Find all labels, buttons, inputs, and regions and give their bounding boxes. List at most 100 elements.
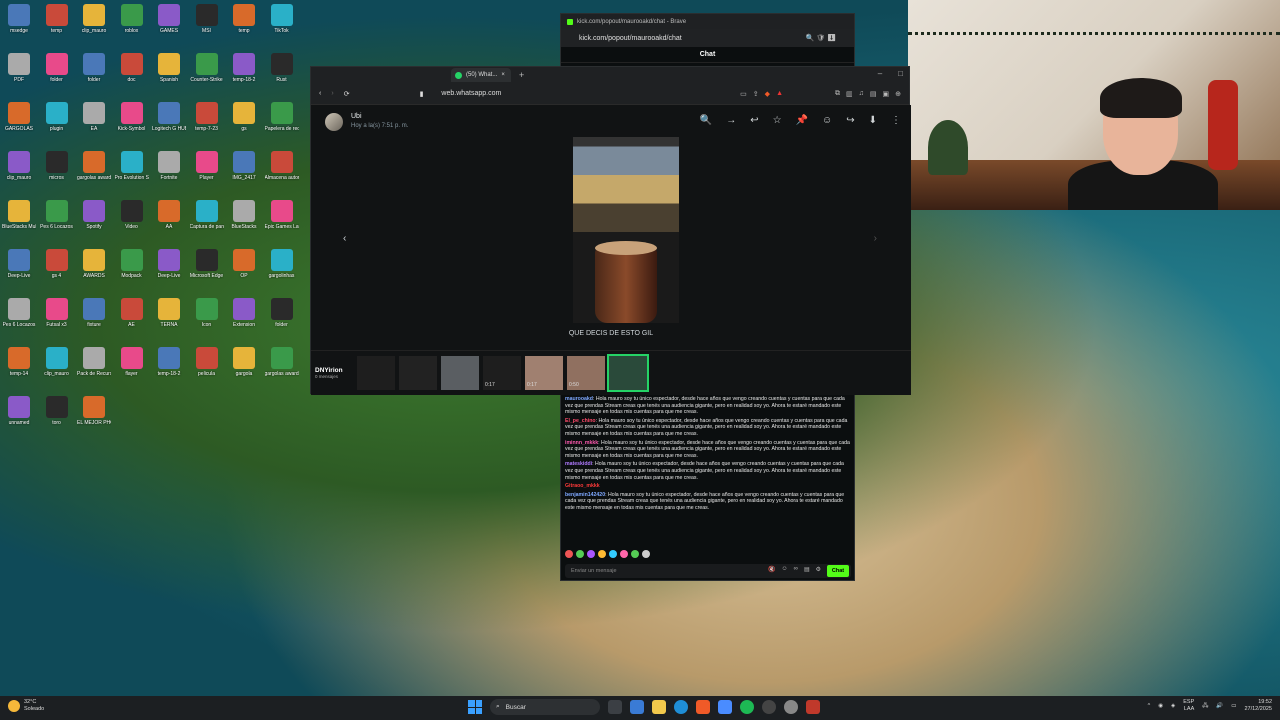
media-thumbnail[interactable]: 0:17 [525,356,563,390]
sidebar-icon[interactable]: ▥ [846,90,853,98]
rewards-icon[interactable]: ▲ [776,90,783,98]
media-thumbnail[interactable] [607,354,649,392]
desktop-icon[interactable]: TERNA [152,298,186,346]
chat-input-icon[interactable]: ∞ [794,566,798,573]
forward-arrow-icon[interactable]: → [726,115,736,126]
desktop-icon[interactable]: unnamed [2,396,36,444]
bookmark-icon[interactable]: ▮ [420,90,424,98]
desktop-icon[interactable]: AWARDS [77,249,111,297]
edge-icon[interactable] [674,700,688,714]
share-forward-icon[interactable]: ↪ [846,115,854,126]
desktop-icon[interactable]: temp-18-2 [152,347,186,395]
desktop-icon[interactable]: Deep-Live [2,249,36,297]
chat-username[interactable]: mateskiddi [565,461,592,467]
emote-bar[interactable] [565,550,650,560]
emote[interactable] [620,550,628,558]
desktop-icon[interactable]: Icon [190,298,224,346]
desktop-icon[interactable]: folder [77,53,111,101]
vpn-icon[interactable]: ⊕ [895,90,901,98]
emote[interactable] [598,550,606,558]
chat-username[interactable]: iminnn_mkkk [565,440,598,446]
star-icon[interactable]: ☆ [773,115,782,126]
desktop-icon[interactable]: TikTok [265,4,299,52]
pin-icon[interactable]: 📌 [796,115,808,126]
chat-username[interactable]: Gitraoo_mkkk [565,483,600,489]
download-icon[interactable]: ⬇ [869,115,877,126]
desktop-icon[interactable]: Futsal x3 [40,298,74,346]
desktop-icon[interactable]: pelicula [190,347,224,395]
desktop-icon[interactable]: Deep-Live [152,249,186,297]
chat-input-icon[interactable]: ☺ [782,566,788,573]
desktop-icon[interactable]: folder [40,53,74,101]
zoom-icon[interactable]: 🔍 [700,115,712,126]
brave-shield-icon[interactable]: ◆ [765,90,770,98]
previous-media-button[interactable]: ‹ [343,233,346,244]
desktop-icon[interactable]: gargola [227,347,261,395]
desktop-icon[interactable]: temp [40,4,74,52]
app-icon[interactable] [718,700,732,714]
reload-button[interactable]: ⟳ [344,90,350,98]
emote[interactable] [609,550,617,558]
desktop-icon[interactable]: BlueStacks [227,200,261,248]
desktop-icon[interactable]: temp-7-23 [190,102,224,150]
new-tab-button[interactable]: + [519,70,524,80]
tray-chevron-icon[interactable]: ^ [1148,703,1151,709]
next-media-button[interactable]: › [874,233,877,244]
desktop-icon[interactable]: doc [115,53,149,101]
desktop-icon[interactable]: EA [77,102,111,150]
share-icon[interactable]: ⇪ [753,90,759,98]
media-thumbnail[interactable]: 0:50 [567,356,605,390]
desktop-icon[interactable]: PDF [2,53,36,101]
desktop-icon[interactable]: msedge [2,4,36,52]
desktop-icon[interactable]: Epic Games Launcher [265,200,299,248]
chat-input-icon[interactable]: ▤ [804,566,810,573]
chat-username[interactable]: maurooakd [565,396,593,402]
chat-input-icons[interactable]: 🔇 ☺ ∞ ▤ ⚙ [768,566,821,573]
desktop-icon[interactable]: clip_mauro [40,347,74,395]
widgets-icon[interactable] [630,700,644,714]
desktop-icon[interactable]: Pack de Recursos [77,347,111,395]
emote[interactable] [576,550,584,558]
desktop-icon[interactable]: clip_mauro [2,151,36,199]
minimize-button[interactable]: – [878,69,882,78]
chat-username[interactable]: El_pe_chino [565,418,596,424]
volume-icon[interactable]: 🔊 [1216,703,1223,709]
back-button[interactable]: ‹ [319,90,321,97]
media-thumbnail[interactable] [357,356,395,390]
desktop-icon[interactable]: folder [265,298,299,346]
desktop-icon[interactable]: Video [115,200,149,248]
chat-username[interactable]: benjamin142420 [565,492,605,498]
desktop-icon[interactable]: plugin [40,102,74,150]
media-thumbnail[interactable]: 0:17 [483,356,521,390]
desktop-icon[interactable]: Pes 6 Locazos [2,298,36,346]
tab-close-icon[interactable]: × [501,72,505,78]
kick-address-bar[interactable]: kick.com/popout/maurooakd/chat 🔍 🛡 ⬇ [561,29,854,47]
weather-widget[interactable]: 32°C Soleado [8,699,44,713]
start-button[interactable] [468,700,482,714]
desktop-icon[interactable]: Pes 6 Locazos [40,200,74,248]
desktop-icon[interactable]: temp [227,4,261,52]
media-thumbnail[interactable] [441,356,479,390]
reply-icon[interactable]: ↩ [750,115,758,126]
chat-input-icon[interactable]: 🔇 [768,566,775,573]
tray-app-icon[interactable]: ◈ [1171,703,1175,709]
desktop-icon[interactable]: AE [115,298,149,346]
media-player-icon[interactable] [762,700,776,714]
desktop-icon[interactable]: micros [40,151,74,199]
desktop-icon[interactable]: Extension [227,298,261,346]
desktop-icon[interactable]: GARGOLAS [2,102,36,150]
desktop-icon[interactable]: Papelera de reciclaje [265,102,299,150]
desktop-icon[interactable]: Rust [265,53,299,101]
desktop-icon[interactable]: Player [190,151,224,199]
settings-icon[interactable] [784,700,798,714]
extension-icon[interactable]: ⧉ [835,90,840,98]
desktop-icon[interactable]: AA [152,200,186,248]
emote[interactable] [565,550,573,558]
browser-extension-icons[interactable]: ▭ ⇪ ◆ ▲ ⧉ ▥ ♫ ▤ ▣ ⊕ [740,90,901,98]
desktop-icon[interactable]: gargolinhas [265,249,299,297]
network-icon[interactable]: 🖧 [1202,702,1208,711]
tab-whatsapp[interactable]: (50) What... × [451,68,511,82]
brave-icon[interactable] [696,700,710,714]
desktop-icon[interactable]: flayer [115,347,149,395]
desktop-icon[interactable]: gargolas awards [77,151,111,199]
